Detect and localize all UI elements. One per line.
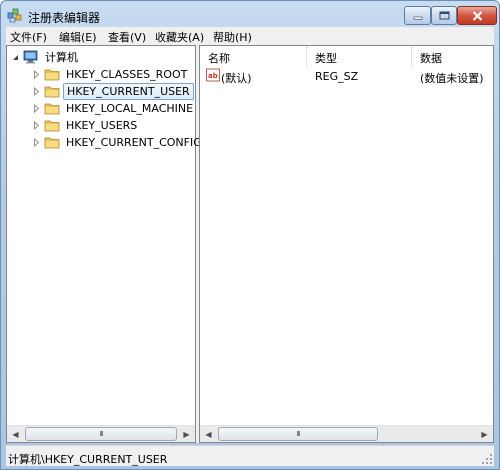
tree-label: HKEY_CURRENT_CONFIG	[66, 135, 202, 149]
minimize-button[interactable]	[404, 6, 431, 25]
tree-label: HKEY_CLASSES_ROOT	[66, 67, 188, 81]
tree-item-hkey-users[interactable]: HKEY_USERS	[32, 116, 140, 134]
menu-view[interactable]: 查看(V)	[108, 29, 146, 45]
menu-favorites[interactable]: 收藏夹(A)	[155, 29, 204, 45]
expand-arrow-icon[interactable]	[32, 69, 41, 79]
column-header-name[interactable]: 名称	[200, 46, 306, 66]
value-name-cell: (默认)	[221, 72, 252, 85]
expand-arrow-icon[interactable]	[32, 103, 41, 113]
scroll-right-arrow-icon[interactable]: ▶	[178, 426, 195, 442]
minimize-icon	[413, 16, 422, 20]
menu-bar: 文件(F) 编辑(E) 查看(V) 收藏夹(A) 帮助(H)	[6, 27, 494, 45]
tree-root-computer[interactable]: 计算机	[11, 48, 81, 66]
value-type-cell: REG_SZ	[315, 70, 359, 83]
collapse-arrow-icon[interactable]	[11, 53, 20, 62]
title-bar[interactable]: 注册表编辑器	[1, 1, 499, 29]
tree-item-hkey-current-config[interactable]: HKEY_CURRENT_CONFIG	[32, 133, 205, 151]
expand-arrow-icon[interactable]	[32, 86, 41, 96]
client-area: 计算机 HKEY_CLASSES_ROOT HKEY_CURRENT_USER …	[6, 45, 494, 443]
tree-label: HKEY_USERS	[66, 118, 138, 132]
maximize-icon	[439, 11, 449, 20]
folder-icon	[44, 86, 60, 98]
scroll-right-arrow-icon[interactable]: ▶	[476, 426, 493, 442]
maximize-button[interactable]	[431, 6, 457, 25]
expand-arrow-icon[interactable]	[32, 137, 41, 147]
tree-item-hkey-classes-root[interactable]: HKEY_CLASSES_ROOT	[32, 65, 190, 83]
string-value-icon: ab	[206, 68, 220, 82]
value-data-cell: (数值未设置)	[420, 72, 484, 85]
registry-editor-window: 注册表编辑器 文件(F) 编辑(E) 查看(V) 收藏夹(A) 帮助(H) 计算…	[0, 0, 500, 470]
tree-label: HKEY_LOCAL_MACHINE	[66, 101, 194, 115]
scroll-left-arrow-icon[interactable]: ◀	[200, 426, 217, 442]
folder-icon	[44, 69, 60, 81]
tree-scroll-thumb[interactable]: III	[25, 427, 177, 441]
menu-file[interactable]: 文件(F)	[10, 29, 47, 45]
tree-label-computer: 计算机	[45, 51, 78, 64]
status-path: 计算机\HKEY_CURRENT_USER	[8, 453, 168, 466]
computer-icon	[23, 50, 38, 64]
tree-item-hkey-local-machine[interactable]: HKEY_LOCAL_MACHINE	[32, 99, 196, 117]
status-bar: 计算机\HKEY_CURRENT_USER	[6, 445, 494, 466]
resize-grip-icon[interactable]	[481, 453, 493, 465]
menu-help[interactable]: 帮助(H)	[213, 29, 252, 45]
scroll-grip-label: III	[296, 430, 300, 438]
column-header-type[interactable]: 类型	[307, 46, 411, 66]
key-tree-pane[interactable]: 计算机 HKEY_CLASSES_ROOT HKEY_CURRENT_USER …	[6, 45, 202, 443]
menu-edit[interactable]: 编辑(E)	[59, 29, 97, 45]
scroll-left-arrow-icon[interactable]: ◀	[7, 426, 24, 442]
tree-label-selected: HKEY_CURRENT_USER	[63, 82, 194, 100]
column-header-data[interactable]: 数据	[412, 46, 493, 66]
registry-editor-app-icon	[7, 8, 22, 23]
folder-icon	[44, 137, 60, 149]
values-list-pane[interactable]: 名称 类型 数据 ab (默认) REG_SZ (数值未设置) ◀ III ▶	[199, 45, 494, 443]
close-button[interactable]	[457, 6, 497, 25]
expand-arrow-icon[interactable]	[32, 120, 41, 130]
window-title: 注册表编辑器	[28, 11, 101, 25]
close-icon	[472, 10, 482, 21]
tree-item-hkey-current-user[interactable]: HKEY_CURRENT_USER	[32, 82, 194, 100]
svg-text:ab: ab	[208, 72, 218, 80]
folder-icon	[44, 120, 60, 132]
list-scroll-thumb[interactable]: III	[218, 427, 378, 441]
tree-horizontal-scrollbar[interactable]: ◀ III ▶	[7, 425, 195, 442]
folder-icon	[44, 103, 60, 115]
scroll-grip-label: III	[99, 430, 103, 438]
list-horizontal-scrollbar[interactable]: ◀ III ▶	[200, 425, 493, 442]
